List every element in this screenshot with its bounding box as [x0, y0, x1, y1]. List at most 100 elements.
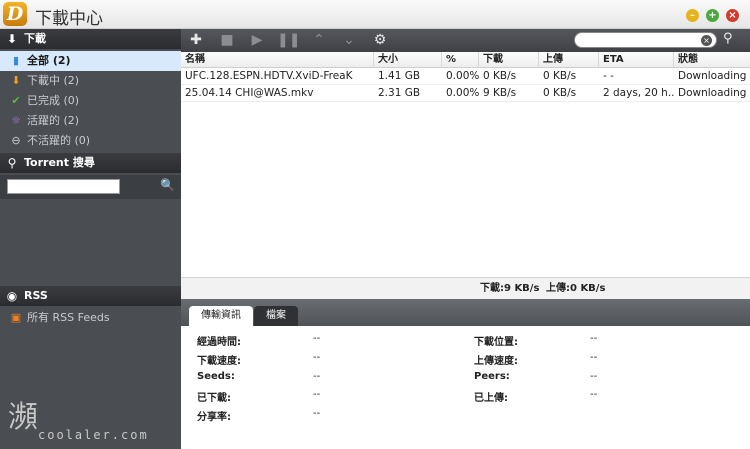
cell-upload: 0 KB/s — [543, 70, 577, 82]
delete-icon[interactable]: ■ — [216, 31, 238, 50]
settings-icon[interactable]: ⚙ — [369, 31, 391, 50]
column-header-download[interactable]: 下載 — [479, 52, 539, 68]
sidebar: ⬇ 下載 ▮ 全部 (2) ⬇ 下載中 (2) ✔ 已完成 (0) ☼ 活躍的 … — [0, 29, 181, 449]
tab-files[interactable]: 檔案 — [254, 306, 298, 326]
move-up-icon[interactable]: ⌃ — [308, 31, 330, 50]
details-tab-bar: 傳輸資訊 檔案 — [181, 299, 750, 326]
detail-label: 經過時間: — [197, 337, 241, 348]
cell-eta: - - — [603, 70, 614, 82]
detail-value: -- — [590, 333, 598, 344]
torrent-search-bar: 🔍 — [0, 175, 181, 199]
torrent-search-label: Torrent 搜尋 — [24, 156, 95, 169]
torrent-table: 名稱 大小 % 下載 上傳 ETA 狀態 UFC.128.ESPN.HDTV.X… — [181, 52, 750, 277]
detail-value: -- — [590, 389, 598, 400]
cell-status: Downloading — [678, 70, 747, 82]
column-header-size[interactable]: 大小 — [374, 52, 442, 68]
detail-label: Seeds: — [197, 371, 235, 382]
detail-label: 分享率: — [197, 412, 231, 423]
pause-icon[interactable]: ❚❚ — [277, 31, 300, 50]
table-header: 名稱 大小 % 下載 上傳 ETA 狀態 — [181, 52, 750, 68]
cell-percent: 0.00% — [446, 87, 479, 99]
filter-completed[interactable]: ✔ 已完成 (0) — [0, 91, 181, 111]
status-bar: 下載:9 KB/s 上傳:0 KB/s — [181, 277, 750, 299]
move-down-icon[interactable]: ⌄ — [338, 31, 360, 50]
filter-label: 不活躍的 (0) — [27, 134, 91, 147]
table-row[interactable]: 25.04.14 CHI@WAS.mkv 2.31 GB 0.00% 9 KB/… — [181, 85, 750, 102]
cell-name: UFC.128.ESPN.HDTV.XviD-FreaK — [185, 70, 353, 82]
rss-section-header: ◉ RSS — [0, 286, 181, 306]
detail-label: Peers: — [474, 371, 510, 382]
filter-label: 下載中 (2) — [27, 74, 80, 87]
toolbar-search-input[interactable] — [583, 34, 698, 46]
watermark-text: coolaler.com — [38, 428, 149, 442]
rss-all-feeds[interactable]: ▣ 所有 RSS Feeds — [0, 308, 181, 328]
column-header-status[interactable]: 狀態 — [674, 52, 750, 68]
detail-value: -- — [313, 333, 321, 344]
search-icon[interactable]: ⚲ — [723, 31, 733, 46]
toolbar-search-box: × — [574, 32, 717, 48]
detail-value: -- — [313, 352, 321, 363]
cell-eta: 2 days, 20 h... — [603, 87, 674, 99]
play-icon[interactable]: ▶ — [246, 31, 268, 50]
list-icon: ▮ — [12, 54, 20, 67]
cell-size: 2.31 GB — [378, 87, 421, 99]
sun-icon: ☼ — [11, 114, 21, 127]
detail-label: 下載位置: — [474, 337, 518, 348]
arrow-down-icon: ⬇ — [11, 74, 21, 87]
add-icon[interactable]: ✚ — [185, 31, 207, 50]
maximize-button[interactable]: + — [706, 9, 719, 22]
total-upload-speed: 上傳:0 KB/s — [546, 283, 606, 294]
detail-value: -- — [313, 408, 321, 419]
download-icon: ⬇ — [6, 32, 18, 46]
check-icon: ✔ — [11, 94, 21, 107]
detail-label: 上傳速度: — [474, 356, 518, 367]
download-section-header: ⬇ 下載 — [0, 29, 181, 49]
minimize-button[interactable]: – — [686, 9, 699, 22]
rss-feed-icon: ◉ — [6, 289, 18, 303]
column-header-eta[interactable]: ETA — [599, 52, 674, 68]
detail-label: 已下載: — [197, 393, 231, 404]
detail-value: -- — [590, 352, 598, 363]
filter-inactive[interactable]: ⊖ 不活躍的 (0) — [0, 131, 181, 151]
cell-download: 9 KB/s — [483, 87, 517, 99]
cell-size: 1.41 GB — [378, 70, 421, 82]
rss-item-label: 所有 RSS Feeds — [27, 311, 110, 324]
detail-value: -- — [590, 371, 598, 382]
search-icon[interactable]: 🔍 — [160, 178, 175, 192]
column-header-upload[interactable]: 上傳 — [539, 52, 599, 68]
column-header-name[interactable]: 名稱 — [181, 52, 374, 68]
table-row[interactable]: UFC.128.ESPN.HDTV.XviD-FreaK 1.41 GB 0.0… — [181, 68, 750, 85]
cell-download: 0 KB/s — [483, 70, 517, 82]
watermark-glyph: 瀕 — [8, 400, 38, 435]
magnifier-icon: ⚲ — [7, 156, 17, 170]
filter-all[interactable]: ▮ 全部 (2) — [0, 51, 181, 71]
download-section-label: 下載 — [24, 32, 46, 45]
filter-label: 已完成 (0) — [27, 94, 80, 107]
torrent-search-input[interactable] — [7, 179, 120, 194]
cell-percent: 0.00% — [446, 70, 479, 82]
cell-upload: 0 KB/s — [543, 87, 577, 99]
rss-section-label: RSS — [24, 289, 48, 302]
cell-name: 25.04.14 CHI@WAS.mkv — [185, 87, 314, 99]
torrent-search-section-header: ⚲ Torrent 搜尋 — [0, 153, 181, 173]
minus-circle-icon: ⊖ — [11, 134, 21, 147]
filter-label: 活躍的 (2) — [27, 114, 80, 127]
detail-label: 下載速度: — [197, 356, 241, 367]
filter-downloading[interactable]: ⬇ 下載中 (2) — [0, 71, 181, 91]
clear-search-icon[interactable]: × — [701, 35, 712, 46]
rss-icon: ▣ — [10, 311, 22, 324]
window-title: 下載中心 — [35, 9, 103, 29]
tab-transfer-info[interactable]: 傳輸資訊 — [189, 306, 253, 326]
cell-status: Downloading — [678, 87, 747, 99]
detail-label: 已上傳: — [474, 393, 508, 404]
title-bar: D 下載中心 – + × — [0, 0, 750, 29]
total-download-speed: 下載:9 KB/s — [480, 283, 540, 294]
filter-label: 全部 (2) — [27, 54, 71, 67]
toolbar: ✚ ■ ▶ ❚❚ ⌃ ⌄ ⚙ × ⚲ — [181, 29, 750, 52]
details-panel: 經過時間: -- 下載速度: -- Seeds: -- 已下載: -- 分享率:… — [181, 326, 750, 449]
column-header-percent[interactable]: % — [442, 52, 479, 68]
detail-value: -- — [313, 371, 321, 382]
app-logo: D — [3, 2, 27, 26]
close-button[interactable]: × — [726, 9, 739, 22]
filter-active[interactable]: ☼ 活躍的 (2) — [0, 111, 181, 131]
